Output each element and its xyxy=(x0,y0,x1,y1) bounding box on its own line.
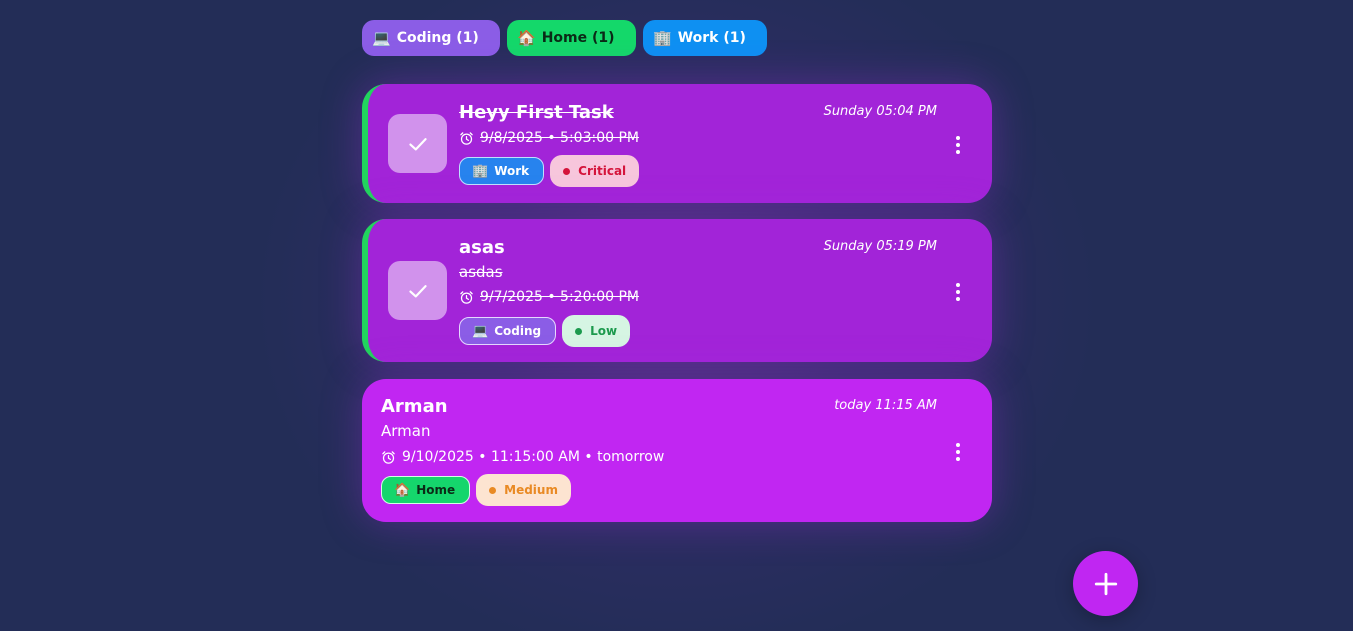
priority-label: Medium xyxy=(504,483,558,497)
plus-icon xyxy=(1094,572,1117,595)
task-tags: 💻 Coding Low xyxy=(459,315,631,347)
category-count: (1) xyxy=(456,30,479,46)
priority-dot-icon xyxy=(489,486,497,494)
task-description: Arman xyxy=(381,422,431,440)
task-card[interactable]: Heyy First Task 9/8/2025 • 5:03:00 PM Su… xyxy=(362,84,992,203)
task-card[interactable]: Arman Arman 9/10/2025 • 11:15:00 AM • to… xyxy=(362,379,992,522)
task-timestamp: today 11:15 AM xyxy=(834,398,937,413)
category-filter-work[interactable]: 🏢 Work (1) xyxy=(643,20,767,56)
category-tag-label: Work xyxy=(494,164,530,178)
task-complete-checkbox[interactable] xyxy=(388,261,447,320)
checkmark-icon xyxy=(408,284,427,297)
checkmark-icon xyxy=(408,137,427,150)
category-tag: 🏢 Work xyxy=(459,157,545,185)
category-count: (1) xyxy=(591,30,615,46)
task-due: 9/10/2025 • 11:15:00 AM • tomorrow xyxy=(381,449,664,465)
task-due-text: 9/8/2025 • 5:03:00 PM xyxy=(480,130,639,146)
task-title: Arman xyxy=(381,396,448,417)
category-filter-coding[interactable]: 💻 Coding (1) xyxy=(362,20,500,56)
priority-label: Low xyxy=(590,324,618,338)
task-due: 9/7/2025 • 5:20:00 PM xyxy=(459,289,639,305)
category-tag-label: Coding xyxy=(494,324,542,338)
house-icon: 🏠 xyxy=(394,482,411,498)
add-task-button[interactable] xyxy=(1073,551,1138,616)
house-icon: 🏠 xyxy=(517,29,536,47)
more-options-icon[interactable] xyxy=(954,136,962,154)
alarm-clock-icon xyxy=(460,131,473,145)
category-label: Coding xyxy=(396,30,452,46)
laptop-icon: 💻 xyxy=(372,29,391,47)
alarm-clock-icon xyxy=(382,450,395,464)
priority-dot-icon xyxy=(575,327,583,335)
category-label: Work xyxy=(677,30,719,46)
category-count: (1) xyxy=(723,30,746,46)
task-title: Heyy First Task xyxy=(459,102,614,123)
more-options-icon[interactable] xyxy=(954,443,962,461)
alarm-clock-icon xyxy=(460,290,473,304)
category-tag: 🏠 Home xyxy=(381,476,471,504)
priority-badge: Low xyxy=(562,315,631,347)
task-title: asas xyxy=(459,237,505,258)
office-building-icon: 🏢 xyxy=(472,163,489,179)
category-filter-bar: 💻 Coding (1) 🏠 Home (1) 🏢 Work (1) xyxy=(362,20,767,56)
priority-badge: Critical xyxy=(550,155,640,187)
task-timestamp: Sunday 05:19 PM xyxy=(823,239,937,254)
priority-label: Critical xyxy=(578,164,627,178)
task-complete-checkbox[interactable] xyxy=(388,114,447,173)
more-options-icon[interactable] xyxy=(954,283,962,301)
task-tags: 🏢 Work Critical xyxy=(459,155,640,187)
category-filter-home[interactable]: 🏠 Home (1) xyxy=(507,20,636,56)
office-building-icon: 🏢 xyxy=(653,29,672,47)
task-timestamp: Sunday 05:04 PM xyxy=(823,104,937,119)
priority-badge: Medium xyxy=(476,474,571,506)
task-due-text: 9/10/2025 • 11:15:00 AM • tomorrow xyxy=(402,449,665,465)
task-description: asdas xyxy=(459,263,503,281)
priority-dot-icon xyxy=(563,167,571,175)
task-due: 9/8/2025 • 5:03:00 PM xyxy=(459,130,639,146)
task-due-text: 9/7/2025 • 5:20:00 PM xyxy=(480,289,639,305)
category-label: Home xyxy=(541,30,588,46)
task-tags: 🏠 Home Medium xyxy=(381,474,571,506)
task-card[interactable]: asas asdas 9/7/2025 • 5:20:00 PM Sunday … xyxy=(362,219,992,362)
category-tag-label: Home xyxy=(416,483,456,497)
laptop-icon: 💻 xyxy=(472,323,489,339)
category-tag: 💻 Coding xyxy=(459,317,557,345)
